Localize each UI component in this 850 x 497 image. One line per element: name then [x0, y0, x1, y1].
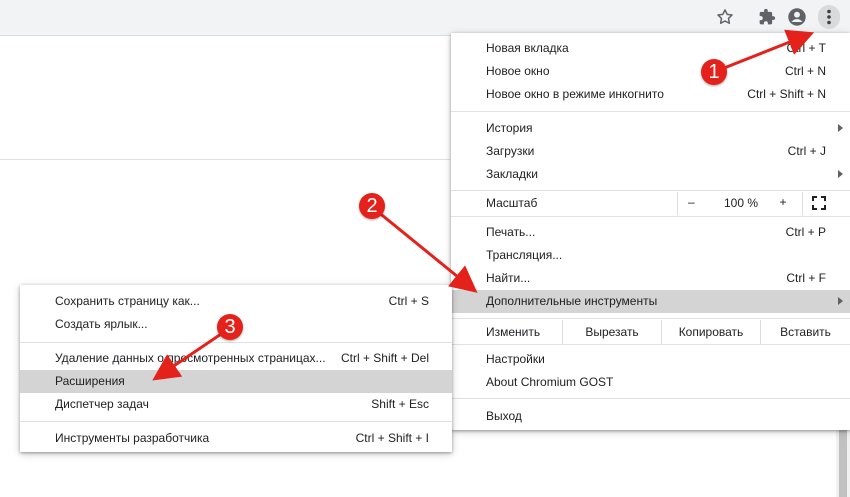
menu-item-print[interactable]: Печать... Ctrl + P	[451, 221, 850, 244]
menu-item-label: About Chromium GOST	[486, 375, 614, 389]
menu-item-shortcut: Ctrl + T	[786, 41, 826, 55]
page-divider	[0, 159, 450, 160]
menu-separator	[451, 344, 850, 345]
submenu-arrow-icon	[838, 124, 843, 132]
zoom-label: Масштаб	[486, 196, 538, 210]
menu-item-label: Новое окно в режиме инкогнито	[486, 87, 664, 101]
menu-item-label: Настройки	[486, 352, 545, 366]
annotation-badge-3: 3	[217, 314, 243, 340]
menu-separator	[20, 342, 452, 343]
puzzle-icon[interactable]	[756, 6, 778, 28]
menu-item-label: Расширения	[55, 374, 125, 388]
annotation-badge-1: 1	[701, 59, 727, 85]
menu-item-label: Закладки	[486, 167, 538, 181]
menu-item-cast[interactable]: Трансляция...	[451, 244, 850, 267]
menu-separator	[451, 398, 850, 399]
menu-separator	[20, 421, 452, 422]
menu-item-shortcut: Ctrl + Shift + I	[355, 431, 429, 445]
menu-item-new-window[interactable]: Новое окно Ctrl + N	[451, 60, 850, 83]
menu-separator	[451, 111, 850, 112]
menu-item-label: Новое окно	[486, 64, 550, 78]
menu-item-extensions[interactable]: Расширения	[20, 370, 452, 393]
menu-separator	[451, 216, 850, 217]
menu-item-shortcut: Ctrl + F	[786, 271, 826, 285]
zoom-controls: – 100 % +	[677, 192, 803, 215]
browser-toolbar	[0, 0, 850, 36]
menu-item-save-page[interactable]: Сохранить страницу как... Ctrl + S	[20, 290, 452, 313]
fullscreen-icon[interactable]	[812, 196, 826, 210]
paste-button[interactable]: Вставить	[760, 320, 850, 344]
menu-item-label: Найти...	[486, 271, 531, 285]
menu-item-shortcut: Ctrl + P	[785, 225, 826, 239]
menu-item-label: Удаление данных о просмотренных страница…	[55, 351, 326, 365]
edit-row: Изменить Вырезать Копировать Вставить	[451, 320, 850, 344]
menu-separator	[451, 318, 850, 319]
menu-item-shortcut: Ctrl + Shift + Del	[340, 351, 429, 365]
page-scrollbar[interactable]	[836, 430, 850, 497]
zoom-in-button[interactable]: +	[765, 195, 801, 209]
annotation-badge-2: 2	[359, 193, 385, 219]
menu-item-label: Новая вкладка	[486, 41, 569, 55]
menu-item-clear-browsing-data[interactable]: Удаление данных о просмотренных страница…	[20, 347, 452, 370]
cut-button[interactable]: Вырезать	[562, 320, 661, 344]
menu-item-incognito-window[interactable]: Новое окно в режиме инкогнито Ctrl + Shi…	[451, 83, 850, 106]
menu-item-label: История	[486, 121, 533, 135]
menu-item-shortcut: Ctrl + N	[784, 64, 826, 78]
more-tools-submenu: Сохранить страницу как... Ctrl + S Созда…	[20, 285, 452, 452]
menu-item-downloads[interactable]: Загрузки Ctrl + J	[451, 140, 850, 163]
menu-item-exit[interactable]: Выход	[451, 405, 850, 428]
account-icon[interactable]	[786, 6, 808, 28]
menu-item-label: Инструменты разработчика	[55, 431, 210, 445]
menu-item-label: Трансляция...	[486, 248, 563, 262]
menu-item-history[interactable]: История	[451, 117, 850, 140]
star-icon[interactable]	[715, 7, 735, 27]
menu-item-label: Дополнительные инструменты	[486, 294, 658, 308]
menu-separator	[451, 190, 850, 191]
zoom-row: Масштаб – 100 % +	[451, 192, 850, 215]
more-vert-icon[interactable]	[818, 5, 840, 29]
menu-item-shortcut: Ctrl + J	[787, 144, 826, 158]
menu-item-label: Печать...	[486, 225, 536, 239]
address-bar[interactable]	[0, 4, 744, 32]
copy-button[interactable]: Копировать	[661, 320, 760, 344]
zoom-out-button[interactable]: –	[688, 195, 695, 209]
menu-item-developer-tools[interactable]: Инструменты разработчика Ctrl + Shift + …	[20, 427, 452, 450]
menu-item-about[interactable]: About Chromium GOST	[451, 371, 850, 394]
menu-item-label: Выход	[486, 409, 522, 423]
menu-item-shortcut: Ctrl + S	[388, 294, 429, 308]
menu-item-settings[interactable]: Настройки	[451, 348, 850, 371]
menu-item-shortcut: Ctrl + Shift + N	[747, 87, 826, 101]
submenu-arrow-icon	[838, 297, 843, 305]
browser-main-menu: Новая вкладка Ctrl + T Новое окно Ctrl +…	[451, 33, 850, 430]
scrollbar-thumb[interactable]	[839, 430, 847, 497]
menu-item-find[interactable]: Найти... Ctrl + F	[451, 267, 850, 290]
submenu-arrow-icon	[838, 170, 843, 178]
menu-item-shortcut: Shift + Esc	[371, 397, 429, 411]
edit-label: Изменить	[486, 325, 541, 339]
menu-item-label: Создать ярлык...	[55, 317, 148, 331]
menu-item-bookmarks[interactable]: Закладки	[451, 163, 850, 186]
menu-item-new-tab[interactable]: Новая вкладка Ctrl + T	[451, 37, 850, 60]
menu-item-more-tools[interactable]: Дополнительные инструменты	[451, 290, 850, 313]
menu-item-label: Диспетчер задач	[55, 397, 149, 411]
menu-item-label: Загрузки	[486, 144, 535, 158]
menu-item-label: Сохранить страницу как...	[55, 294, 200, 308]
zoom-value: 100 %	[723, 196, 759, 210]
menu-item-task-manager[interactable]: Диспетчер задач Shift + Esc	[20, 393, 452, 416]
